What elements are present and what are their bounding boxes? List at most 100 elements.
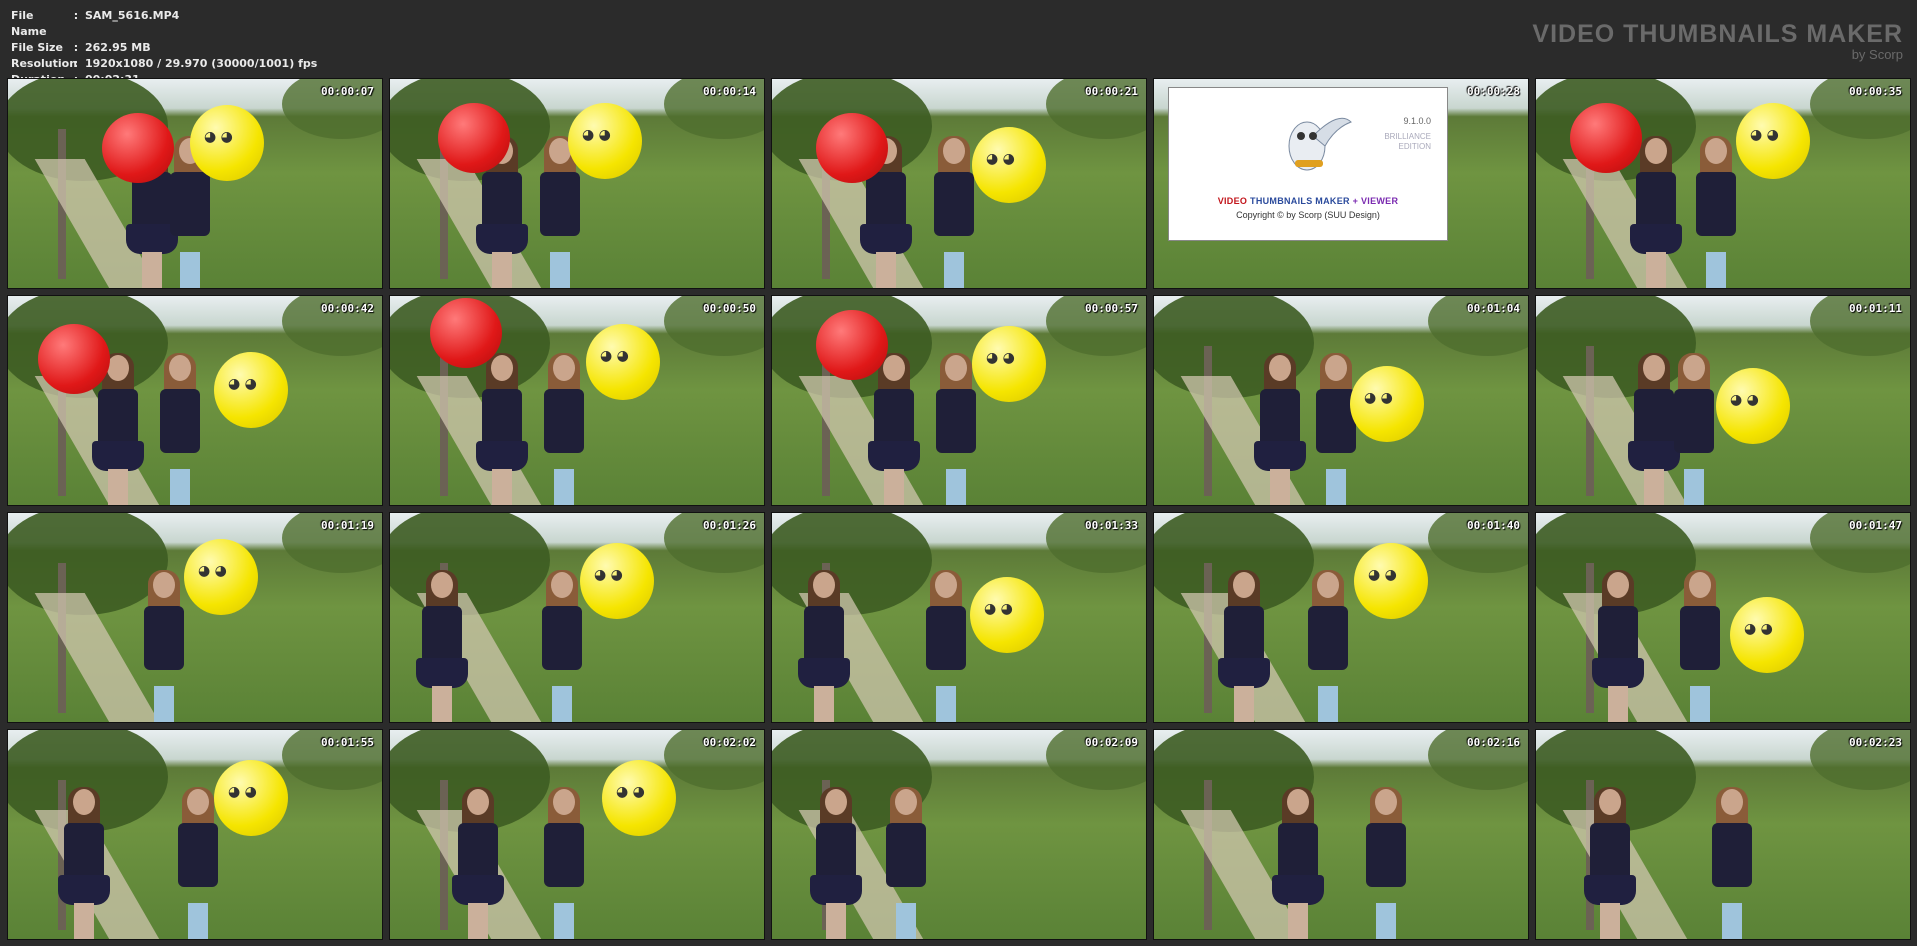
yellow-balloon — [580, 543, 654, 619]
thumbnail-timestamp: 00:01:04 — [1467, 302, 1520, 315]
thumbnail-timestamp: 00:02:02 — [703, 736, 756, 749]
video-thumbnail[interactable]: 00:01:33 — [771, 512, 1147, 723]
video-thumbnail[interactable]: 00:01:04 — [1153, 295, 1529, 506]
app-edition: BRILLIANCE EDITION — [1384, 132, 1431, 151]
yellow-balloon — [1730, 597, 1804, 673]
thumbnail-timestamp: 00:00:14 — [703, 85, 756, 98]
video-thumbnail[interactable]: 00:00:50 — [389, 295, 765, 506]
yellow-balloon — [1736, 103, 1810, 179]
yellow-balloon — [1350, 366, 1424, 442]
thumbnail-timestamp: 00:01:26 — [703, 519, 756, 532]
resolution-row: Resolution : 1920x1080 / 29.970 (30000/1… — [11, 56, 317, 72]
video-thumbnail[interactable]: 00:00:14 — [389, 78, 765, 289]
thumbnail-timestamp: 00:01:11 — [1849, 302, 1902, 315]
person — [922, 570, 968, 722]
yellow-balloon — [1716, 368, 1790, 444]
thumbnail-timestamp: 00:02:09 — [1085, 736, 1138, 749]
video-thumbnail[interactable]: 00:01:11 — [1535, 295, 1911, 506]
person — [540, 787, 586, 939]
person — [868, 353, 920, 505]
thumbnail-timestamp: 00:02:16 — [1467, 736, 1520, 749]
red-balloon — [816, 310, 888, 380]
person — [798, 570, 850, 722]
person — [1218, 570, 1270, 722]
brand-watermark: VIDEO THUMBNAILS MAKER by Scorp — [1532, 20, 1903, 62]
app-splash-screen: 9.1.0.0 BRILLIANCE EDITION VIDEO THUMBNAIL… — [1168, 87, 1448, 241]
thumbnail-timestamp: 00:00:50 — [703, 302, 756, 315]
file-name-row: File Name : SAM_5616.MP4 — [11, 8, 317, 40]
thumbnail-timestamp: 00:01:55 — [321, 736, 374, 749]
video-thumbnail[interactable]: 00:00:35 — [1535, 78, 1911, 289]
file-name-value: SAM_5616.MP4 — [85, 9, 180, 22]
yellow-balloon — [586, 324, 660, 400]
file-name-label: File Name — [11, 9, 47, 38]
video-thumbnail[interactable]: 9.1.0.0 BRILLIANCE EDITION VIDEO THUMBNAIL… — [1153, 78, 1529, 289]
brand-subtitle: by Scorp — [1851, 47, 1903, 62]
video-thumbnail[interactable]: 00:00:07 — [7, 78, 383, 289]
red-balloon — [430, 298, 502, 368]
person — [174, 787, 220, 939]
video-thumbnail[interactable]: 00:01:55 — [7, 729, 383, 940]
resolution-label: Resolution — [11, 57, 78, 70]
thumbnail-timestamp: 00:00:21 — [1085, 85, 1138, 98]
resolution-value: 1920x1080 / 29.970 (30000/1001) fps — [85, 57, 318, 70]
video-thumbnail[interactable]: 00:02:02 — [389, 729, 765, 940]
video-thumbnail[interactable]: 00:00:57 — [771, 295, 1147, 506]
video-thumbnail[interactable]: 00:01:19 — [7, 512, 383, 723]
yellow-balloon — [972, 326, 1046, 402]
person — [540, 353, 586, 505]
thumbnail-timestamp: 00:00:35 — [1849, 85, 1902, 98]
red-balloon — [438, 103, 510, 173]
person — [1676, 570, 1722, 722]
yellow-balloon — [970, 577, 1044, 653]
person — [930, 136, 976, 288]
video-thumbnail[interactable]: 00:00:21 — [771, 78, 1147, 289]
owl-logo-icon — [1288, 117, 1352, 171]
app-title-part: + VIEWER — [1352, 196, 1399, 206]
person — [1304, 570, 1350, 722]
video-thumbnail[interactable]: 00:01:47 — [1535, 512, 1911, 723]
person — [1312, 353, 1358, 505]
yellow-balloon — [214, 352, 288, 428]
video-thumbnail[interactable]: 00:02:09 — [771, 729, 1147, 940]
thumbnail-timestamp: 00:00:57 — [1085, 302, 1138, 315]
separator: : — [73, 41, 79, 54]
yellow-balloon — [184, 539, 258, 615]
app-version: 9.1.0.0 — [1403, 116, 1431, 126]
person — [882, 787, 928, 939]
person — [452, 787, 504, 939]
person — [1254, 353, 1306, 505]
thumbnail-timestamp: 00:00:28 — [1467, 85, 1520, 98]
person — [1584, 787, 1636, 939]
video-thumbnail[interactable]: 00:00:42 — [7, 295, 383, 506]
thumbnail-timestamp: 00:01:47 — [1849, 519, 1902, 532]
thumbnail-timestamp: 00:00:42 — [321, 302, 374, 315]
video-thumbnail[interactable]: 00:02:23 — [1535, 729, 1911, 940]
person — [1692, 136, 1738, 288]
video-thumbnail[interactable]: 00:02:16 — [1153, 729, 1529, 940]
app-title: VIDEO THUMBNAILS MAKER + VIEWER — [1169, 196, 1447, 206]
yellow-balloon — [1354, 543, 1428, 619]
red-balloon — [38, 324, 110, 394]
person — [538, 570, 584, 722]
red-balloon — [102, 113, 174, 183]
app-title-part: VIDEO — [1217, 196, 1248, 206]
separator: : — [73, 9, 79, 22]
person — [140, 570, 186, 722]
thumbnail-grid: 00:00:07 00:00:14 00:00:21 9.1.0.0 BRILLIANC… — [7, 78, 1911, 940]
file-info: File Name : SAM_5616.MP4 File Size : 262… — [11, 8, 317, 88]
video-thumbnail[interactable]: 00:01:40 — [1153, 512, 1529, 723]
header: File Name : SAM_5616.MP4 File Size : 262… — [0, 0, 1917, 86]
thumbnail-timestamp: 00:01:19 — [321, 519, 374, 532]
red-balloon — [816, 113, 888, 183]
video-thumbnail[interactable]: 00:01:26 — [389, 512, 765, 723]
thumbnail-timestamp: 00:02:23 — [1849, 736, 1902, 749]
person — [58, 787, 110, 939]
person — [1592, 570, 1644, 722]
app-copyright: Copyright © by Scorp (SUU Design) — [1236, 210, 1380, 220]
thumbnail-timestamp: 00:00:07 — [321, 85, 374, 98]
separator: : — [73, 57, 79, 70]
yellow-balloon — [602, 760, 676, 836]
person — [1708, 787, 1754, 939]
file-size-value: 262.95 MB — [85, 41, 151, 54]
